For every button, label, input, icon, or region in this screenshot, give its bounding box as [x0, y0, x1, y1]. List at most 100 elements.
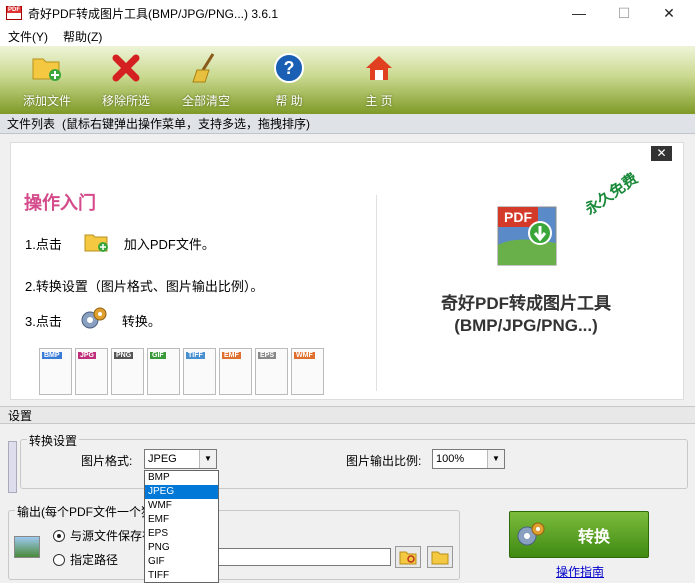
scale-select-value: 100% [436, 453, 465, 465]
folder-search-icon [399, 551, 417, 565]
step-1-text: 加入PDF文件。 [123, 237, 215, 252]
gears-icon [517, 522, 545, 545]
image-icon [14, 536, 40, 558]
format-tag: JPG [78, 352, 97, 359]
clear-all-button[interactable]: 全部清空 [166, 52, 246, 109]
product-name: 奇好PDF转成图片工具 (BMP/JPG/PNG...) [401, 293, 651, 337]
format-tag: PNG [114, 352, 134, 359]
scale-label: 图片输出比例: [346, 454, 422, 468]
radio-dot [53, 553, 65, 566]
intro-close-button[interactable]: ✕ [651, 146, 672, 161]
format-tag: GIF [150, 352, 166, 359]
format-select[interactable]: JPEG ▼ [144, 449, 217, 469]
red-x-icon [110, 52, 142, 84]
open-folder-button[interactable] [427, 546, 453, 568]
radio-save-with-source[interactable]: 与源文件保存在 [53, 527, 154, 544]
svg-text:?: ? [284, 58, 295, 78]
format-tag: TIFF [186, 352, 205, 359]
help-icon: ? [273, 52, 305, 84]
menu-file[interactable]: 文件(Y) [0, 28, 55, 45]
dropdown-option-gif[interactable]: GIF [145, 555, 218, 569]
pdf-to-image-logo: PDF [496, 205, 558, 267]
step-3-prefix: 3.点击 [25, 314, 62, 329]
format-tag: BMP [42, 352, 62, 359]
panel-grip[interactable] [8, 441, 17, 493]
folder-add-icon [84, 231, 110, 256]
dropdown-option-eps[interactable]: EPS [145, 527, 218, 541]
file-list-hint: (鼠标右键弹出操作菜单，支持多选，拖拽排序) [62, 117, 311, 131]
app-icon: PDF [6, 6, 22, 20]
product-name-line1: 奇好PDF转成图片工具 [441, 294, 611, 313]
format-tag: EPS [258, 352, 277, 359]
eps-file-icon: EPS [255, 348, 288, 395]
title-bar: PDF 奇好PDF转成图片工具(BMP/JPG/PNG...) 3.6.1 — … [0, 0, 695, 26]
help-button[interactable]: ? 帮 助 [249, 52, 329, 109]
file-list-header: 文件列表 (鼠标右键弹出操作菜单，支持多选，拖拽排序) [0, 114, 695, 134]
format-dropdown-list: BMP JPEG WMF EMF EPS PNG GIF TIFF [144, 470, 219, 583]
step-3-text: 转换。 [121, 314, 161, 329]
broom-icon [190, 52, 222, 84]
product-name-line2: (BMP/JPG/PNG...) [454, 316, 598, 335]
format-tag: EMF [222, 352, 241, 359]
free-badge: 永久免费 [581, 169, 642, 219]
dropdown-option-wmf[interactable]: WMF [145, 499, 218, 513]
radio-custom-path[interactable]: 指定路径 [53, 551, 118, 568]
folder-add-icon [31, 52, 63, 84]
dropdown-option-png[interactable]: PNG [145, 541, 218, 555]
convert-button[interactable]: 转换 [509, 511, 649, 558]
output-group: 输出(每个PDF文件一个独 [8, 503, 460, 580]
output-group-label: 输出(每个PDF文件一个独 [15, 503, 155, 520]
dropdown-option-emf[interactable]: EMF [145, 513, 218, 527]
dropdown-option-jpeg[interactable]: JPEG [145, 485, 218, 499]
step-3: 3.点击 转换。 [25, 306, 161, 335]
intro-panel: ✕ 操作入门 1.点击 加入PDF文件。 2.转换设置（图片格式、图片输出比例）… [10, 142, 684, 400]
maximize-button[interactable]: ☐ [601, 0, 647, 26]
add-file-label: 添加文件 [22, 94, 71, 108]
emf-file-icon: EMF [219, 348, 252, 395]
format-label: 图片格式: [81, 454, 133, 468]
remove-selected-label: 移除所选 [101, 94, 150, 108]
step-1-prefix: 1.点击 [25, 237, 62, 252]
step-1: 1.点击 加入PDF文件。 [25, 231, 215, 256]
remove-selected-button[interactable]: 移除所选 [86, 52, 166, 109]
close-button[interactable]: ✕ [646, 0, 692, 26]
dropdown-option-tiff[interactable]: TIFF [145, 569, 218, 583]
format-select-value: JPEG [148, 453, 177, 465]
menu-bar: 文件(Y) 帮助(Z) [0, 26, 695, 46]
home-button[interactable]: 主 页 [339, 52, 419, 109]
toolbar: 添加文件 移除所选 全部清空 ? 帮 助 主 页 [0, 46, 695, 114]
convert-button-label: 转换 [578, 528, 611, 546]
settings-label: 设置 [8, 408, 33, 423]
bmp-file-icon: BMP [39, 348, 72, 395]
format-tag: WMF [294, 352, 315, 359]
convert-settings-label: 转换设置 [27, 432, 80, 449]
format-icons: BMP JPG PNG GIF TIFF EMF EPS WMF [39, 348, 324, 395]
jpg-file-icon: JPG [75, 348, 108, 395]
step-2: 2.转换设置（图片格式、图片输出比例）。 [25, 279, 264, 294]
gears-icon [80, 306, 108, 335]
clear-all-label: 全部清空 [181, 94, 230, 108]
home-icon [363, 52, 395, 84]
gif-file-icon: GIF [147, 348, 180, 395]
file-list-label: 文件列表 [7, 117, 56, 131]
intro-divider [376, 195, 377, 391]
help-label: 帮 助 [275, 94, 303, 108]
guide-link[interactable]: 操作指南 [556, 563, 604, 580]
home-label: 主 页 [365, 94, 393, 108]
radio-dot [53, 529, 65, 542]
folder-icon [431, 551, 449, 565]
wmf-file-icon: WMF [291, 348, 324, 395]
png-file-icon: PNG [111, 348, 144, 395]
pdf-logo-text: PDF [504, 209, 532, 225]
dropdown-option-bmp[interactable]: BMP [145, 471, 218, 485]
menu-help[interactable]: 帮助(Z) [55, 28, 109, 45]
tiff-file-icon: TIFF [183, 348, 216, 395]
radio-save-with-source-label: 与源文件保存在 [70, 529, 155, 543]
radio-custom-path-label: 指定路径 [70, 553, 119, 567]
add-file-button[interactable]: 添加文件 [7, 52, 87, 109]
chevron-down-icon: ▼ [487, 450, 504, 468]
output-path-input[interactable] [218, 548, 391, 566]
scale-select[interactable]: 100% ▼ [432, 449, 505, 469]
minimize-button[interactable]: — [556, 0, 602, 26]
browse-folder-button[interactable] [395, 546, 421, 568]
